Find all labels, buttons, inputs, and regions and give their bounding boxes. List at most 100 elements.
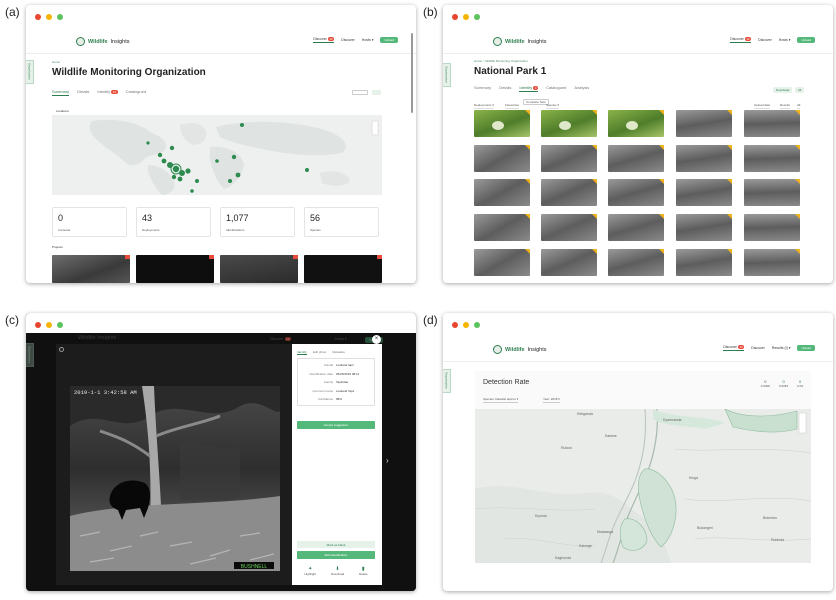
year-select[interactable]: Year: 2018 ▾ bbox=[543, 397, 560, 403]
tab-summary[interactable]: Summary bbox=[474, 85, 491, 92]
tab-catalogued[interactable]: Catalogued bbox=[546, 85, 566, 92]
mark-blank-button[interactable]: Mark as blank bbox=[297, 541, 375, 548]
filter-chip[interactable] bbox=[352, 90, 368, 95]
image-thumbnail[interactable] bbox=[744, 145, 800, 172]
tab-analysis[interactable]: Analysis bbox=[574, 85, 589, 92]
all-pill[interactable]: All bbox=[795, 87, 805, 93]
project-card[interactable] bbox=[304, 255, 382, 283]
tab-metadata[interactable]: Metadata bbox=[332, 350, 345, 355]
sort-upload-date[interactable]: Upload date bbox=[754, 103, 771, 109]
image-thumbnail[interactable] bbox=[608, 249, 664, 276]
image-thumbnail[interactable] bbox=[608, 110, 664, 137]
image-thumbnail[interactable] bbox=[474, 110, 530, 137]
image-thumbnail[interactable] bbox=[541, 179, 597, 206]
image-thumbnail[interactable] bbox=[541, 110, 597, 137]
image-thumbnail[interactable] bbox=[608, 214, 664, 241]
scrollbar[interactable] bbox=[411, 33, 413, 113]
image-thumbnail[interactable] bbox=[474, 145, 530, 172]
camera-trap-photo[interactable]: BUSHNELL 2019-1-1 3:42:58 AM bbox=[70, 386, 280, 571]
sidebar-tab[interactable]: Organization bbox=[443, 63, 451, 87]
edit-identification-button[interactable]: Edit identification bbox=[297, 551, 375, 559]
zoom-icon[interactable] bbox=[59, 347, 64, 352]
logo[interactable]: Wildlife Insights bbox=[493, 345, 546, 354]
nav-discover[interactable]: Discover 12 bbox=[723, 345, 745, 351]
all-select[interactable]: All bbox=[797, 103, 801, 109]
close-dot[interactable] bbox=[452, 14, 458, 20]
image-thumbnail[interactable] bbox=[474, 214, 530, 241]
nav-discover[interactable]: Discover 12 bbox=[313, 37, 335, 43]
results-select[interactable]: Results bbox=[780, 103, 791, 109]
image-thumbnail[interactable] bbox=[608, 145, 664, 172]
breadcrumb[interactable]: Home > Wildlife Monitoring Organization bbox=[474, 59, 528, 63]
tab-identify[interactable]: Identify 12 bbox=[97, 89, 118, 96]
species-select[interactable]: Species: Dasiatis tapirus ▾ bbox=[483, 397, 519, 403]
nav-hosts[interactable]: Hosts ▾ bbox=[779, 38, 791, 42]
accept-suggestion-button[interactable]: Accept suggestion bbox=[297, 421, 375, 429]
close-dot[interactable] bbox=[452, 322, 458, 328]
tab-summary[interactable]: Summary bbox=[52, 89, 70, 96]
sidebar-tab[interactable]: Organization bbox=[26, 343, 34, 367]
image-thumbnail[interactable] bbox=[744, 214, 800, 241]
project-card[interactable] bbox=[220, 255, 298, 283]
detection-map[interactable]: Kiteganda Ruboni Kasese Kyamzanda Kinga … bbox=[475, 409, 811, 563]
image-thumbnail[interactable] bbox=[676, 179, 732, 206]
nav-discover-2[interactable]: Discover bbox=[758, 38, 772, 42]
upload-button[interactable]: Upload bbox=[797, 37, 815, 43]
minimize-dot[interactable] bbox=[46, 322, 52, 328]
tab-details[interactable]: Details bbox=[499, 85, 511, 92]
image-thumbnail[interactable] bbox=[744, 179, 800, 206]
filter-favourites[interactable]: Favourites bbox=[505, 103, 520, 109]
image-thumbnail[interactable] bbox=[541, 145, 597, 172]
image-thumbnail[interactable] bbox=[608, 179, 664, 206]
sidebar-tab[interactable]: Organization bbox=[26, 60, 34, 84]
nav-discover[interactable]: Discover 12 bbox=[730, 37, 752, 43]
tab-details[interactable]: Details bbox=[77, 89, 89, 96]
locations-map[interactable] bbox=[52, 115, 382, 195]
filter-deployments[interactable]: Deployments ▾ bbox=[474, 103, 494, 109]
close-modal-icon[interactable]: × bbox=[372, 335, 381, 344]
project-card[interactable] bbox=[136, 255, 214, 283]
image-thumbnail[interactable] bbox=[676, 145, 732, 172]
download-action[interactable]: ⬇ Download bbox=[331, 566, 344, 576]
image-thumbnail[interactable] bbox=[474, 179, 530, 206]
delete-action[interactable]: ▮ Delete bbox=[359, 566, 368, 576]
image-thumbnail[interactable] bbox=[541, 249, 597, 276]
image-thumbnail[interactable] bbox=[744, 110, 800, 137]
image-thumbnail[interactable] bbox=[541, 214, 597, 241]
image-thumbnail[interactable] bbox=[676, 110, 732, 137]
nav-discover-2[interactable]: Discover bbox=[751, 346, 765, 350]
upload-button[interactable]: Upload bbox=[797, 345, 815, 351]
image-thumbnail[interactable] bbox=[744, 249, 800, 276]
maximize-dot[interactable] bbox=[474, 14, 480, 20]
image-thumbnail[interactable] bbox=[676, 214, 732, 241]
next-image-icon[interactable]: › bbox=[386, 456, 389, 465]
image-thumbnail[interactable] bbox=[676, 249, 732, 276]
highlight-action[interactable]: ✦ Highlight bbox=[304, 566, 316, 576]
logo[interactable]: Wildlife Insights bbox=[493, 37, 546, 46]
tab-identify[interactable]: Identify 9 bbox=[519, 85, 538, 92]
minimize-dot[interactable] bbox=[46, 14, 52, 20]
minimize-dot[interactable] bbox=[463, 322, 469, 328]
upload-button[interactable]: Upload bbox=[380, 37, 398, 43]
breadcrumb[interactable]: Home bbox=[52, 60, 60, 64]
logo[interactable]: Wildlife Insights bbox=[76, 37, 129, 46]
maximize-dot[interactable] bbox=[474, 322, 480, 328]
nav-hosts[interactable]: Hosts ▾ bbox=[362, 38, 374, 42]
sidebar-tab[interactable]: Organization bbox=[443, 369, 451, 393]
filter-complete-sets[interactable]: Complete Sets bbox=[523, 99, 549, 105]
tab-identify[interactable]: Identify bbox=[297, 350, 307, 355]
nav-discover-2[interactable]: Discover bbox=[341, 38, 355, 42]
project-card[interactable] bbox=[52, 255, 130, 283]
filter-button[interactable] bbox=[372, 90, 381, 95]
tab-edit-photo[interactable]: Edit photo bbox=[313, 350, 327, 355]
close-dot[interactable] bbox=[35, 322, 41, 328]
download-pill[interactable]: Download bbox=[773, 87, 793, 93]
close-dot[interactable] bbox=[35, 14, 41, 20]
tab-catalogued[interactable]: Catalogued bbox=[126, 89, 146, 96]
filter-species[interactable]: Species ▾ bbox=[546, 103, 560, 109]
image-thumbnail[interactable] bbox=[474, 249, 530, 276]
nav-user[interactable]: Results (I) ▾ bbox=[772, 346, 791, 350]
minimize-dot[interactable] bbox=[463, 14, 469, 20]
maximize-dot[interactable] bbox=[57, 14, 63, 20]
maximize-dot[interactable] bbox=[57, 322, 63, 328]
